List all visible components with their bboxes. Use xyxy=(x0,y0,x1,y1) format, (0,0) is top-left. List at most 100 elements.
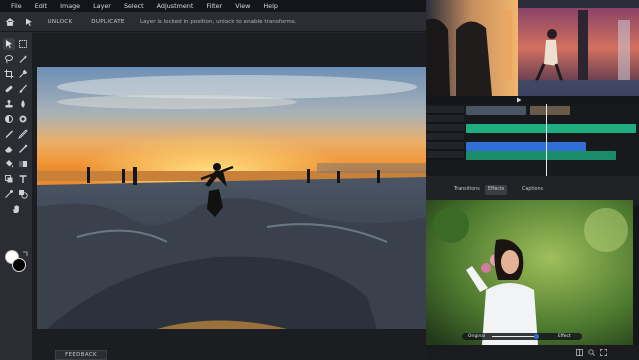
tool-magic-wand[interactable] xyxy=(17,53,29,65)
tool-stamp[interactable] xyxy=(3,98,15,110)
effects-tabs: Transitions Effects Captions xyxy=(426,176,639,200)
menu-help[interactable]: Help xyxy=(263,0,278,12)
type-icon xyxy=(19,175,27,183)
tool-type[interactable] xyxy=(17,173,29,185)
lasso-icon xyxy=(5,55,13,64)
timeline-clip[interactable] xyxy=(466,142,586,151)
swap-colors-icon[interactable] xyxy=(22,251,28,257)
tool-move[interactable] xyxy=(3,38,15,50)
tool-brush[interactable] xyxy=(17,83,29,95)
track-header xyxy=(426,106,464,114)
tool-eyedropper[interactable] xyxy=(17,68,29,80)
tool-blur[interactable] xyxy=(17,98,29,110)
menu-edit[interactable]: Edit xyxy=(35,0,47,12)
move-icon[interactable] xyxy=(24,17,34,27)
menu-view[interactable]: View xyxy=(235,0,250,12)
video-preview-rollerskate xyxy=(518,0,639,96)
menu-file[interactable]: File xyxy=(11,0,22,12)
brush-icon xyxy=(19,84,27,93)
tool-smudge[interactable] xyxy=(17,143,29,155)
portrait-photo xyxy=(426,200,633,345)
play-icon[interactable] xyxy=(516,97,522,103)
picker-icon xyxy=(5,190,13,198)
slider-track xyxy=(492,336,537,337)
tool-clone[interactable] xyxy=(3,173,15,185)
tool-hand[interactable] xyxy=(10,203,22,215)
original-label: Original xyxy=(468,334,486,339)
sponge-icon xyxy=(19,115,27,123)
feedback-button[interactable]: FEEDBACK xyxy=(55,350,107,360)
playhead[interactable] xyxy=(546,104,547,176)
tool-lasso[interactable] xyxy=(3,53,15,65)
effect-label: Effect xyxy=(558,334,571,339)
menu-adjustment[interactable]: Adjustment xyxy=(157,0,194,12)
duplicate-button[interactable]: DUPLICATE xyxy=(88,17,128,27)
timeline-clip[interactable] xyxy=(466,124,636,133)
lock-status-message: Layer is locked in position, unlock to e… xyxy=(140,19,297,25)
timeline-clip[interactable] xyxy=(530,106,570,115)
unlock-button[interactable]: UNLOCK xyxy=(42,17,78,27)
tool-picker[interactable] xyxy=(3,188,15,200)
tab-effects[interactable]: Effects xyxy=(485,185,508,195)
tool-gradient[interactable] xyxy=(17,158,29,170)
background-color-swatch[interactable] xyxy=(12,258,26,272)
eyedropper-icon xyxy=(19,69,28,78)
tab-captions[interactable]: Captions xyxy=(519,185,546,195)
home-icon[interactable] xyxy=(5,17,15,27)
shape-icon xyxy=(19,190,28,199)
magic-wand-icon xyxy=(19,55,28,63)
app-collage: File Edit Image Layer Select Adjustment … xyxy=(0,0,639,360)
tool-pencil[interactable] xyxy=(17,128,29,140)
track-header xyxy=(426,133,464,141)
timeline-clip[interactable] xyxy=(466,106,526,115)
slider-handle[interactable] xyxy=(534,334,540,339)
tool-pen[interactable] xyxy=(3,128,15,140)
tool-shape[interactable] xyxy=(17,188,29,200)
smudge-icon xyxy=(19,144,28,153)
tool-heal[interactable] xyxy=(3,83,15,95)
tool-bucket[interactable] xyxy=(3,158,15,170)
heal-icon xyxy=(5,85,13,93)
bottom-toolbar xyxy=(426,345,639,360)
scrollbar[interactable] xyxy=(633,206,639,345)
menu-image[interactable]: Image xyxy=(60,0,80,12)
photo-editor-window: File Edit Image Layer Select Adjustment … xyxy=(0,0,426,360)
pencil-icon xyxy=(18,129,28,139)
track-header xyxy=(426,124,464,132)
bucket-icon xyxy=(6,160,13,168)
video-editor-window: Transitions Effects Captions xyxy=(426,0,639,200)
video-preview-couple xyxy=(426,0,518,96)
menu-layer[interactable]: Layer xyxy=(93,0,111,12)
menu-filter[interactable]: Filter xyxy=(206,0,222,12)
tools-panel xyxy=(0,32,32,360)
pen-icon xyxy=(5,130,13,138)
comparison-slider[interactable]: Original Effect xyxy=(462,333,582,340)
skatepark-sunset-photo xyxy=(37,67,426,329)
tool-dodge[interactable] xyxy=(3,113,15,125)
canvas-area[interactable]: FEEDBACK xyxy=(32,33,426,360)
tool-eraser[interactable] xyxy=(3,143,15,155)
eraser-icon xyxy=(5,146,13,153)
tool-crop[interactable] xyxy=(3,68,15,80)
clone-icon xyxy=(5,175,13,183)
stamp-icon xyxy=(5,100,13,108)
marquee-icon xyxy=(19,40,27,48)
compare-icon[interactable] xyxy=(576,349,583,356)
portrait-editor-window: Original Effect xyxy=(426,200,639,360)
tab-transitions[interactable]: Transitions xyxy=(451,185,483,195)
blur-icon xyxy=(21,100,25,108)
options-toolbar: UNLOCK DUPLICATE Layer is locked in posi… xyxy=(0,12,426,32)
timeline-panel[interactable] xyxy=(426,104,639,176)
zoom-icon[interactable] xyxy=(588,349,595,356)
track-header xyxy=(426,142,464,150)
playback-controls xyxy=(426,96,639,104)
fullscreen-icon[interactable] xyxy=(600,349,607,356)
track-header xyxy=(426,115,464,123)
menu-select[interactable]: Select xyxy=(124,0,144,12)
timeline-clip[interactable] xyxy=(466,151,616,160)
tool-marquee[interactable] xyxy=(17,38,29,50)
tool-sponge[interactable] xyxy=(17,113,29,125)
move-tool-icon xyxy=(6,40,12,48)
hand-icon xyxy=(13,205,19,213)
crop-icon xyxy=(4,69,14,79)
